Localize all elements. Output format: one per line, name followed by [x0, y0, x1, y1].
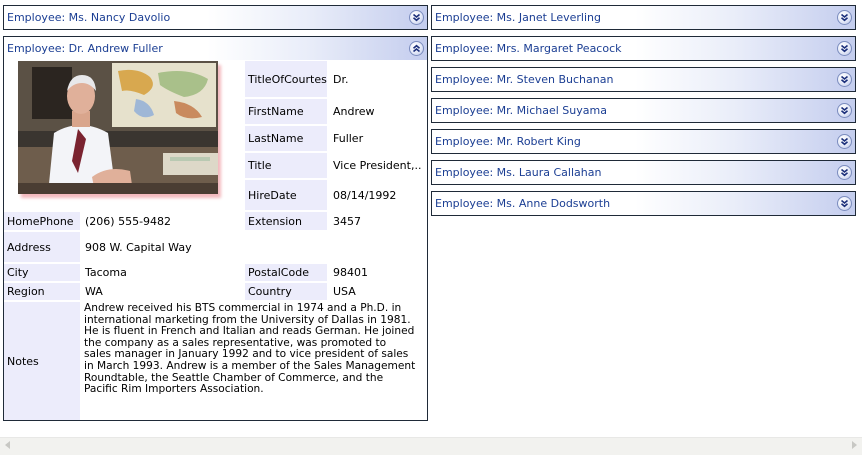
- panel-title: Employee: Mr. Michael Suyama: [435, 104, 607, 117]
- field-label-notes: Notes: [4, 302, 80, 420]
- employee-panel-callahan[interactable]: Employee: Ms. Laura Callahan: [431, 160, 856, 185]
- field-label-postal-code: PostalCode: [245, 264, 327, 281]
- field-value-address: 908 W. Capital Way: [82, 232, 332, 262]
- field-label-hire-date: HireDate: [245, 180, 327, 210]
- chevron-double-down-icon[interactable]: [837, 10, 852, 25]
- panel-header[interactable]: Employee: Dr. Andrew Fuller: [4, 37, 427, 60]
- employee-panel-king[interactable]: Employee: Mr. Robert King: [431, 129, 856, 154]
- panel-title: Employee: Ms. Janet Leverling: [435, 11, 601, 24]
- panel-title: Employee: Mr. Steven Buchanan: [435, 73, 614, 86]
- field-value-title-of-courtesy: Dr.: [330, 61, 422, 97]
- field-label-title: Title: [245, 153, 327, 178]
- chevron-double-down-icon[interactable]: [837, 41, 852, 56]
- employee-panel-leverling[interactable]: Employee: Ms. Janet Leverling: [431, 5, 856, 30]
- employee-panel-fuller: Employee: Dr. Andrew Fuller TitleOfCourt…: [3, 36, 428, 421]
- panel-header[interactable]: Employee: Mr. Michael Suyama: [432, 99, 855, 122]
- chevron-double-down-icon[interactable]: [837, 196, 852, 211]
- chevron-double-down-icon[interactable]: [837, 103, 852, 118]
- employee-photo: [18, 61, 218, 194]
- field-value-region: WA: [82, 283, 243, 300]
- field-label-home-phone: HomePhone: [4, 212, 80, 230]
- panel-header[interactable]: Employee: Ms. Anne Dodsworth: [432, 192, 855, 215]
- field-value-notes: Andrew received his BTS commercial in 19…: [84, 302, 416, 396]
- chevron-double-up-icon[interactable]: [409, 41, 424, 56]
- panel-header[interactable]: Employee: Ms. Nancy Davolio: [4, 6, 427, 29]
- panel-header[interactable]: Employee: Ms. Laura Callahan: [432, 161, 855, 184]
- panel-title: Employee: Ms. Nancy Davolio: [7, 11, 171, 24]
- panel-header[interactable]: Employee: Mr. Steven Buchanan: [432, 68, 855, 91]
- employee-panel-buchanan[interactable]: Employee: Mr. Steven Buchanan: [431, 67, 856, 92]
- field-label-region: Region: [4, 283, 80, 300]
- scroll-left-icon[interactable]: [5, 441, 10, 449]
- panel-title: Employee: Ms. Anne Dodsworth: [435, 197, 611, 210]
- employee-panel-dodsworth[interactable]: Employee: Ms. Anne Dodsworth: [431, 191, 856, 216]
- employee-panel-peacock[interactable]: Employee: Mrs. Margaret Peacock: [431, 36, 856, 61]
- field-label-first-name: FirstName: [245, 99, 327, 124]
- field-label-address: Address: [4, 232, 80, 262]
- field-value-country: USA: [330, 283, 422, 300]
- horizontal-scrollbar[interactable]: [0, 437, 862, 455]
- field-value-extension: 3457: [330, 212, 422, 230]
- field-value-title: Vice President,...: [330, 153, 422, 178]
- field-label-last-name: LastName: [245, 126, 327, 151]
- field-value-home-phone: (206) 555-9482: [82, 212, 243, 230]
- chevron-double-down-icon[interactable]: [837, 134, 852, 149]
- field-value-postal-code: 98401: [330, 264, 422, 281]
- panel-title: Employee: Mr. Robert King: [435, 135, 581, 148]
- field-label-title-of-courtesy: TitleOfCourtesy: [245, 61, 327, 97]
- employee-panel-suyama[interactable]: Employee: Mr. Michael Suyama: [431, 98, 856, 123]
- employee-panel-davolio[interactable]: Employee: Ms. Nancy Davolio: [3, 5, 428, 30]
- scroll-right-icon[interactable]: [852, 441, 857, 449]
- panel-title: Employee: Dr. Andrew Fuller: [7, 42, 163, 55]
- field-value-hire-date: 08/14/1992: [330, 180, 422, 210]
- field-value-first-name: Andrew: [330, 99, 422, 124]
- field-label-country: Country: [245, 283, 327, 300]
- chevron-double-down-icon[interactable]: [837, 72, 852, 87]
- panel-title: Employee: Mrs. Margaret Peacock: [435, 42, 622, 55]
- panel-header[interactable]: Employee: Mrs. Margaret Peacock: [432, 37, 855, 60]
- panel-header[interactable]: Employee: Ms. Janet Leverling: [432, 6, 855, 29]
- chevron-double-down-icon[interactable]: [409, 10, 424, 25]
- field-label-city: City: [4, 264, 80, 281]
- field-value-city: Tacoma: [82, 264, 243, 281]
- panel-title: Employee: Ms. Laura Callahan: [435, 166, 602, 179]
- field-label-extension: Extension: [245, 212, 327, 230]
- field-value-last-name: Fuller: [330, 126, 422, 151]
- chevron-double-down-icon[interactable]: [837, 165, 852, 180]
- panel-header[interactable]: Employee: Mr. Robert King: [432, 130, 855, 153]
